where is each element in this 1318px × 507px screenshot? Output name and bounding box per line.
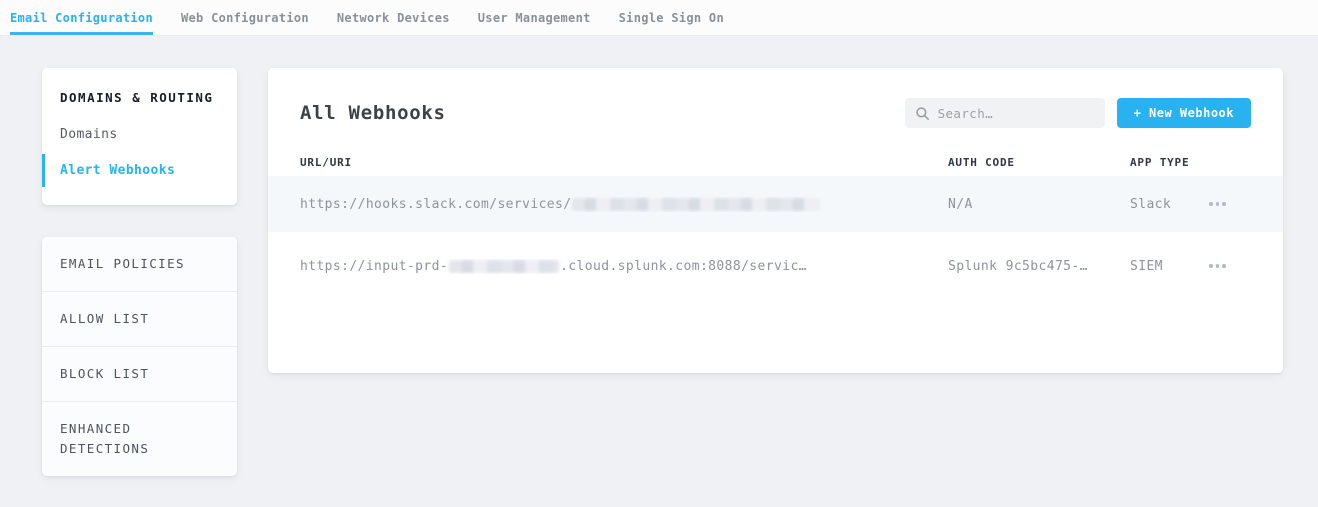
sidebar-item-enhanced-detections[interactable]: ENHANCED DETECTIONS [42, 401, 237, 476]
policy-card: EMAIL POLICIES ALLOW LIST BLOCK LIST ENH… [42, 237, 237, 476]
ellipsis-menu-icon[interactable] [1207, 259, 1228, 273]
app-type-cell: Slack [1130, 197, 1207, 212]
url-cell: https://input-prd- .cloud.splunk.com:808… [300, 259, 948, 274]
tab-email-configuration[interactable]: Email Configuration [10, 0, 153, 35]
tab-network-devices[interactable]: Network Devices [337, 0, 450, 35]
column-header-auth-code: AUTH CODE [948, 156, 1130, 169]
top-nav: Email Configuration Web Configuration Ne… [0, 0, 1318, 36]
app-type-cell: SIEM [1130, 259, 1207, 274]
webhooks-panel-header: All Webhooks + New Webhook [268, 68, 1283, 149]
tab-single-sign-on[interactable]: Single Sign On [619, 0, 724, 35]
url-text: https://input-prd- [300, 259, 448, 274]
table-header: URL/URI AUTH CODE APP TYPE [268, 149, 1283, 176]
column-header-app-type: APP TYPE [1130, 156, 1207, 169]
search-icon [916, 107, 929, 120]
ellipsis-menu-icon[interactable] [1207, 197, 1228, 211]
auth-code-cell: Splunk 9c5bc475-… [948, 259, 1130, 274]
url-text-suffix: .cloud.splunk.com:8088/servic… [560, 259, 807, 274]
table-row: https://input-prd- .cloud.splunk.com:808… [268, 232, 1283, 300]
domains-routing-heading: DOMAINS & ROUTING [42, 90, 237, 105]
content-area: DOMAINS & ROUTING Domains Alert Webhooks… [0, 36, 1318, 476]
page-title: All Webhooks [300, 102, 446, 124]
page: Email Configuration Web Configuration Ne… [0, 0, 1318, 507]
domains-routing-card: DOMAINS & ROUTING Domains Alert Webhooks [42, 68, 237, 205]
webhooks-panel: All Webhooks + New Webhook URL/URI AUTH … [268, 68, 1283, 373]
sidebar-item-block-list[interactable]: BLOCK LIST [42, 346, 237, 401]
url-text: https://hooks.slack.com/services/ [300, 197, 571, 212]
search-box [905, 98, 1105, 128]
table-row: https://hooks.slack.com/services/ N/A Sl… [268, 176, 1283, 232]
redacted-url-segment [449, 260, 559, 273]
auth-code-cell: N/A [948, 197, 1130, 212]
sidebar: DOMAINS & ROUTING Domains Alert Webhooks… [42, 68, 237, 476]
search-input[interactable] [938, 106, 1094, 121]
sidebar-item-allow-list[interactable]: ALLOW LIST [42, 291, 237, 346]
redacted-url-segment [572, 198, 819, 211]
column-header-url: URL/URI [300, 156, 948, 169]
url-cell: https://hooks.slack.com/services/ [300, 197, 948, 212]
new-webhook-button[interactable]: + New Webhook [1117, 98, 1251, 128]
sidebar-item-domains[interactable]: Domains [42, 120, 237, 149]
sidebar-item-email-policies[interactable]: EMAIL POLICIES [42, 237, 237, 291]
tab-web-configuration[interactable]: Web Configuration [181, 0, 309, 35]
sidebar-item-alert-webhooks[interactable]: Alert Webhooks [42, 154, 237, 187]
tab-user-management[interactable]: User Management [478, 0, 591, 35]
